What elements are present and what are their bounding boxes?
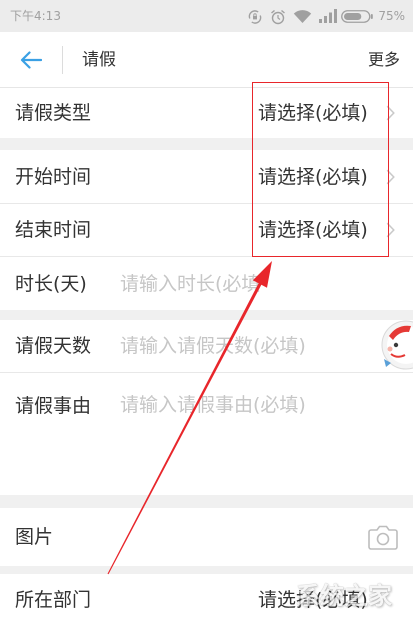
annotation-highlight-box <box>252 82 389 257</box>
duration-input[interactable] <box>120 270 378 297</box>
end-time-label: 结束时间 <box>15 219 92 241</box>
leave-days-label: 请假天数 <box>15 335 92 357</box>
nav-divider <box>62 46 63 74</box>
picture-label: 图片 <box>15 526 54 548</box>
camera-icon <box>368 525 398 550</box>
reason-label: 请假事由 <box>15 395 92 417</box>
battery-level-fill <box>344 13 362 20</box>
leave-days-input[interactable] <box>120 333 378 359</box>
watermark: 系统之家 <box>296 582 392 610</box>
rotation-lock-icon <box>248 10 262 24</box>
back-button[interactable] <box>14 46 48 74</box>
status-time: 下午4:13 <box>10 9 61 23</box>
department-label: 所在部门 <box>15 589 92 611</box>
picture-row: 图片 <box>0 508 413 566</box>
page-title: 请假 <box>82 50 116 70</box>
more-button[interactable]: 更多 <box>368 49 400 71</box>
wifi-icon <box>293 10 312 23</box>
leave-days-row: 请假天数 <box>0 320 413 372</box>
reason-textarea[interactable] <box>120 392 378 486</box>
leave-request-screen: 下午4:13 75% 请假 更多 请假类型 请选择(必填) 开始时间 请选择(必… <box>0 0 413 621</box>
floating-assistant-icon[interactable] <box>381 318 413 374</box>
arrow-left-icon <box>20 51 42 69</box>
battery-percent: 75% <box>378 9 405 23</box>
alarm-icon <box>271 9 285 25</box>
duration-row: 时长(天) <box>0 256 413 310</box>
signal-icon <box>319 9 337 23</box>
leave-type-label: 请假类型 <box>15 102 92 124</box>
reason-row: 请假事由 <box>0 372 413 495</box>
nav-bar: 请假 更多 <box>0 32 413 88</box>
add-picture-button[interactable] <box>368 524 398 550</box>
start-time-label: 开始时间 <box>15 165 92 188</box>
status-bar: 下午4:13 75% <box>0 0 413 32</box>
duration-label: 时长(天) <box>15 272 87 295</box>
battery-icon <box>341 10 373 23</box>
